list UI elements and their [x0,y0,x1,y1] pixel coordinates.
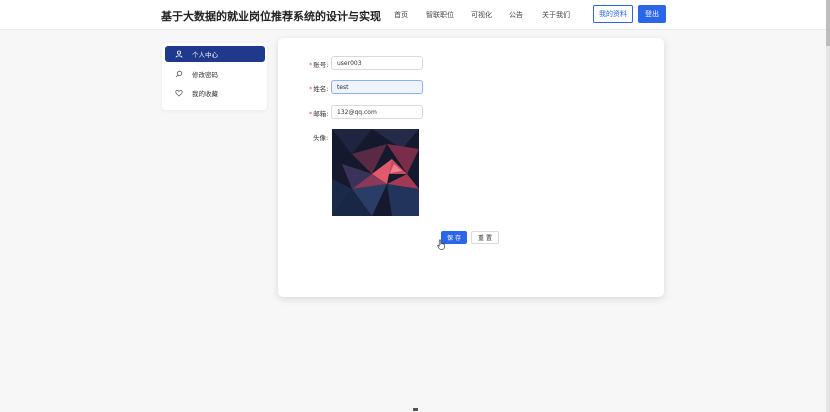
my-profile-button[interactable]: 我的资料 [593,5,633,23]
heart-icon [175,89,183,97]
sidebar-item-label: 个人中心 [192,51,218,59]
sidebar: 个人中心 修改密码 我的收藏 [162,43,267,110]
nav-jobs[interactable]: 智联职位 [426,10,454,20]
avatar-image[interactable] [332,129,419,216]
required-mark: * [309,110,313,118]
profile-form-card: *账号: *姓名: *邮箱: 头像: 保 存 重 置 [278,38,664,297]
required-mark: * [309,61,313,69]
site-title: 基于大数据的就业岗位推荐系统的设计与实现 [161,10,381,23]
nav-home[interactable]: 首页 [394,10,408,20]
nav-announcements[interactable]: 公告 [509,10,523,20]
bottom-indicator [413,408,418,411]
name-label: *姓名: [309,85,329,93]
email-input[interactable] [331,105,423,119]
required-mark: * [309,85,313,93]
reset-button[interactable]: 重 置 [471,231,499,244]
avatar-label: 头像: [313,134,329,142]
hand-cursor-icon [437,235,446,250]
user-icon [175,50,183,58]
account-label: *账号: [309,61,329,69]
name-input[interactable] [331,80,423,94]
search-icon [175,70,183,78]
account-input[interactable] [331,56,423,70]
top-navbar: 基于大数据的就业岗位推荐系统的设计与实现 首页 智联职位 可视化 公告 关于我们… [0,0,826,30]
nav-visualization[interactable]: 可视化 [471,10,492,20]
sidebar-item-label: 修改密码 [192,71,218,79]
email-label: *邮箱: [309,110,329,118]
sidebar-item-favorites[interactable]: 我的收藏 [165,85,265,101]
sidebar-item-personal-center[interactable]: 个人中心 [165,46,265,62]
scrollbar-thumb[interactable] [826,0,830,46]
nav-about[interactable]: 关于我们 [542,10,570,20]
page-scrollbar[interactable] [826,0,830,412]
logout-button[interactable]: 登出 [638,5,666,23]
sidebar-item-change-password[interactable]: 修改密码 [165,66,265,82]
sidebar-item-label: 我的收藏 [192,90,218,98]
